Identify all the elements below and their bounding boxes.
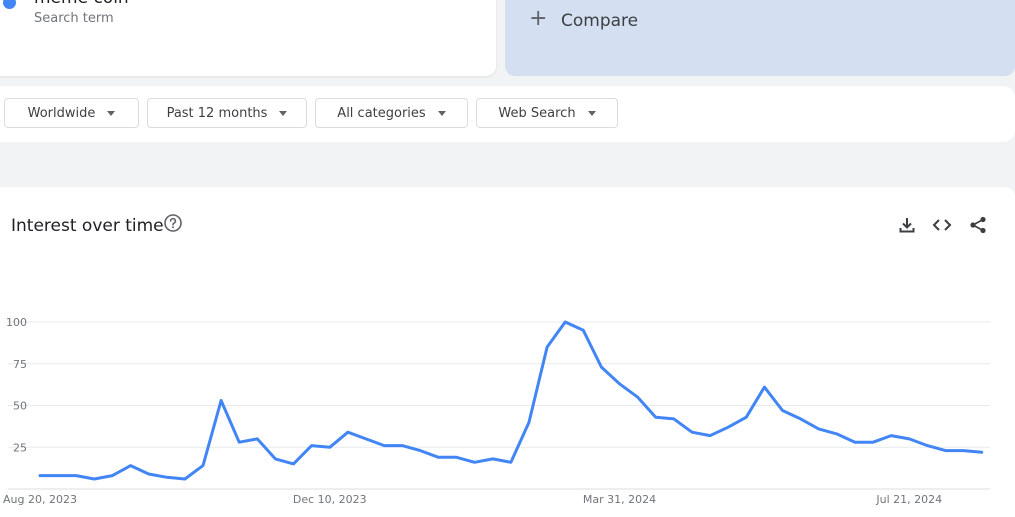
x-tick-label: Jul 21, 2024 bbox=[875, 493, 942, 506]
x-tick-label: Dec 10, 2023 bbox=[293, 493, 367, 506]
category-filter-label: All categories bbox=[337, 105, 426, 121]
time-range-filter[interactable]: Past 12 months bbox=[147, 98, 307, 128]
series-color-dot bbox=[3, 0, 16, 9]
region-filter[interactable]: Worldwide bbox=[4, 98, 139, 128]
y-tick-label: 50 bbox=[13, 400, 27, 413]
compare-button[interactable]: + Compare bbox=[505, 0, 1015, 76]
plus-icon: + bbox=[529, 6, 548, 31]
chevron-down-icon bbox=[437, 110, 446, 116]
search-type-filter-label: Web Search bbox=[498, 105, 576, 121]
interest-line-chart: 25 50 75 100 Aug 20, 2023 Dec 10, 2023 Mar 31,… bbox=[3, 316, 990, 506]
y-tick-label: 100 bbox=[6, 316, 27, 329]
time-range-filter-label: Past 12 months bbox=[166, 105, 268, 121]
chevron-down-icon bbox=[279, 110, 288, 116]
y-tick-label: 25 bbox=[13, 441, 27, 454]
search-type-filter[interactable]: Web Search bbox=[476, 98, 618, 128]
interest-over-time-panel: Interest over time 25 50 75 100 Aug 20, 2023… bbox=[0, 187, 1015, 517]
x-tick-label: Mar 31, 2024 bbox=[583, 493, 656, 506]
search-term-card[interactable]: meme coin Search term bbox=[0, 0, 496, 76]
chevron-down-icon bbox=[107, 110, 116, 116]
series-line bbox=[38, 320, 984, 481]
filter-bar: Worldwide Past 12 months All categories … bbox=[0, 86, 1015, 142]
compare-label: Compare bbox=[561, 11, 639, 31]
category-filter[interactable]: All categories bbox=[315, 98, 468, 128]
x-tick-label: Aug 20, 2023 bbox=[3, 493, 77, 506]
search-term-subtitle: Search term bbox=[34, 11, 114, 26]
region-filter-label: Worldwide bbox=[27, 105, 96, 121]
chevron-down-icon bbox=[587, 110, 596, 116]
y-tick-label: 75 bbox=[13, 358, 27, 371]
search-term-name: meme coin bbox=[34, 0, 129, 8]
